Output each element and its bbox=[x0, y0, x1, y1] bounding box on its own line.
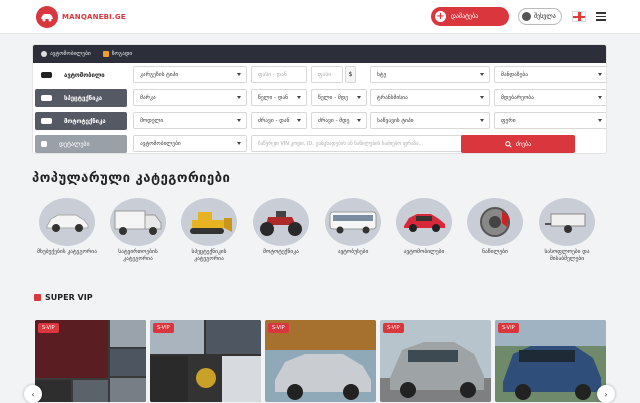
popular-category-special[interactable]: სპეცტექნიკის კატეგორია bbox=[178, 198, 240, 263]
motorcycle-icon bbox=[41, 118, 52, 124]
popular-category-moto[interactable]: მოტოტექნიკა bbox=[250, 198, 312, 256]
search-button[interactable]: ძიება bbox=[461, 135, 575, 153]
carousel-next-button[interactable]: › bbox=[597, 385, 615, 403]
bus-icon bbox=[329, 211, 377, 234]
login-button[interactable]: შესვლა bbox=[518, 8, 562, 25]
engine-to-select[interactable]: ძრავი - მდე bbox=[311, 112, 367, 129]
price-from-input[interactable]: ფასი - დან bbox=[251, 66, 307, 83]
popular-category-truck[interactable]: სატვირთოების კატეგორია bbox=[107, 198, 169, 263]
atv-icon bbox=[260, 211, 302, 236]
bulldozer-icon bbox=[190, 212, 232, 234]
grid-icon bbox=[102, 51, 109, 57]
price-to-input[interactable]: ფასი bbox=[311, 66, 343, 83]
vip-card-1[interactable]: S-VIP bbox=[35, 320, 146, 402]
tab-general[interactable]: ზოგადი bbox=[102, 51, 132, 57]
brake-disc-icon bbox=[480, 207, 510, 237]
transmission-select[interactable]: ტრანსმისია bbox=[370, 89, 490, 106]
deal-type-select[interactable]: სტე bbox=[370, 66, 490, 83]
trailer-icon bbox=[545, 213, 586, 233]
add-button-label: დამატება bbox=[451, 13, 479, 20]
vin-search-input[interactable]: ჩაწერეთ VIN კოდი, ID, განცხადების ან ნაწ… bbox=[251, 135, 490, 152]
vip-card-3[interactable]: S-VIP bbox=[265, 320, 376, 402]
vip-card-4[interactable]: S-VIP bbox=[380, 320, 491, 402]
search-tabs: ავტომობილები ზოგადი bbox=[33, 45, 606, 63]
make-select[interactable]: მარკა bbox=[133, 89, 247, 106]
plus-icon: + bbox=[435, 11, 446, 22]
year-from-select[interactable]: წელი - დან bbox=[251, 89, 307, 106]
model-select[interactable]: მოდელი bbox=[133, 112, 247, 129]
category-special[interactable]: სპეცტექნიკა bbox=[35, 89, 127, 107]
gear-icon bbox=[41, 51, 47, 57]
car-logo-icon bbox=[36, 6, 58, 28]
subcategory-select[interactable]: ავტომობილები bbox=[133, 135, 247, 152]
popular-title: პოპულარული კატეგორიები bbox=[32, 171, 231, 186]
body-type-select[interactable]: კარგეზის ტიპი bbox=[133, 66, 247, 83]
search-panel: ავტომობილები ზოგადი ავტომობილი სპეცტექნი… bbox=[32, 44, 607, 154]
fuel-type-select[interactable]: საწვავის ტიპი bbox=[370, 112, 490, 129]
truck-icon bbox=[114, 210, 162, 235]
login-label: შესვლა bbox=[534, 13, 556, 20]
location-select[interactable]: მანდაზება bbox=[494, 66, 606, 83]
color-select[interactable]: ფერი bbox=[494, 112, 606, 129]
parts-icon bbox=[41, 141, 47, 147]
popular-category-car[interactable]: მსუბუქების კატეგორია bbox=[36, 198, 98, 256]
popular-category-trailers[interactable]: სასოფლოები და მისაბმელები bbox=[536, 198, 598, 263]
carousel-prev-button[interactable]: ‹ bbox=[24, 385, 42, 403]
logo-text: MANQANEBI.GE bbox=[62, 13, 126, 21]
truck-icon bbox=[41, 95, 52, 101]
popular-category-cars[interactable]: ავტომობილები bbox=[393, 198, 455, 256]
year-to-select[interactable]: წელი - მდე bbox=[311, 89, 367, 106]
chevron-left-icon: ‹ bbox=[31, 389, 35, 399]
search-icon bbox=[504, 140, 512, 148]
fuel-select[interactable]: მდებარეობა bbox=[494, 89, 606, 106]
top-header: MANQANEBI.GE + დამატება შესვლა bbox=[0, 0, 640, 34]
add-listing-button[interactable]: + დამატება bbox=[431, 7, 509, 26]
red-car-icon bbox=[404, 214, 445, 232]
chevron-right-icon: › bbox=[604, 389, 608, 399]
site-logo[interactable]: MANQANEBI.GE bbox=[36, 6, 126, 28]
popular-category-parts[interactable]: ნაწილები bbox=[464, 198, 526, 256]
popular-category-bus[interactable]: ავტობუსები bbox=[322, 198, 384, 256]
car-icon bbox=[41, 72, 52, 78]
engine-from-select[interactable]: ძრავი - დან bbox=[251, 112, 307, 129]
vip-square-icon bbox=[34, 294, 41, 301]
svip-badge: S-VIP bbox=[38, 323, 59, 333]
tab-vehicles[interactable]: ავტომობილები bbox=[41, 51, 91, 57]
vip-card-5[interactable]: S-VIP bbox=[495, 320, 606, 402]
menu-icon[interactable] bbox=[596, 12, 606, 21]
vip-card-2[interactable]: S-VIP bbox=[150, 320, 261, 402]
category-moto[interactable]: მოტოტექნიკა bbox=[35, 112, 127, 130]
user-icon bbox=[522, 12, 531, 21]
sedan-icon bbox=[46, 214, 89, 232]
category-car[interactable]: ავტომობილი bbox=[35, 66, 127, 84]
category-parts[interactable]: დეტალები bbox=[35, 135, 127, 153]
georgian-flag-icon[interactable] bbox=[572, 11, 586, 22]
currency-toggle[interactable]: $ bbox=[345, 66, 356, 83]
super-vip-title: SUPER VIP bbox=[34, 293, 93, 302]
